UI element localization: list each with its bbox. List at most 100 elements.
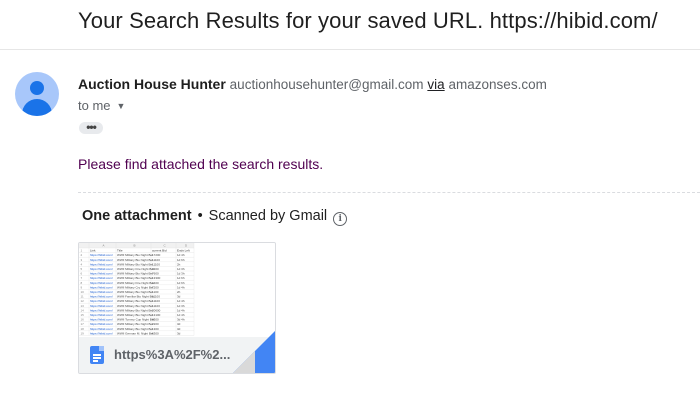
thumbnail-row-number: 3 <box>81 258 83 262</box>
via-link[interactable]: via <box>427 77 444 92</box>
sender-name[interactable]: Auction House Hunter <box>78 76 226 92</box>
thumbnail-cell: WWII Military Bio Night Bet <box>117 290 153 294</box>
sender-line: Auction House Hunter auctionhousehunter@… <box>78 76 547 92</box>
thumbnail-cell: https://hibid.com/ <box>90 304 113 308</box>
thumbnail-cell: 1d 3h <box>177 304 185 308</box>
thumbnail-cell: WWII Military Bio Night Bet <box>117 322 153 326</box>
thumbnail-cell: https://hibid.com/ <box>90 313 113 317</box>
thumbnail-header-cell: Title <box>117 249 123 253</box>
attachment-card[interactable]: A B C D 1 Link Title current Bid Ends Left 2 https… <box>78 242 276 374</box>
attachment-thumbnail: A B C D1 Link Title current Bid Ends Left2 https… <box>79 243 275 337</box>
thumbnail-cell: WWII German M. Night Bet <box>117 331 154 335</box>
thumbnail-cell: WWII Military Bio Night Bet <box>117 276 153 280</box>
thumbnail-header-cell: current Bid <box>152 249 167 253</box>
thumbnail-row-number: 9 <box>81 285 83 289</box>
google-docs-icon <box>90 346 104 364</box>
thumbnail-cell: 3d 4h <box>177 318 185 322</box>
chevron-down-icon: ▼ <box>116 101 126 111</box>
thumbnail-cell: 13300 <box>152 276 161 280</box>
email-subject: Your Search Results for your saved URL. … <box>78 8 658 33</box>
thumbnail-cell: WWII Military Bio Night Bet <box>117 272 153 276</box>
thumbnail-cell: WWII Military Fire Night Bet <box>117 281 154 285</box>
thumbnail-cell: 1d 6h <box>177 281 185 285</box>
thumbnail-header-cell: Link <box>90 249 96 253</box>
thumbnail-cell: 1d 4h <box>177 285 185 289</box>
thumbnail-row-number: 7 <box>81 276 83 280</box>
thumbnail-cell: https://hibid.com/ <box>90 308 113 312</box>
thumbnail-cell: WWII Military Bio Night Bet <box>117 253 153 257</box>
thumbnail-row-number: 2 <box>81 253 83 257</box>
thumbnail-cell: 2200 <box>152 322 159 326</box>
thumbnail-cell: 2h <box>177 290 181 294</box>
thumbnail-cell: WWII Military Bio Night Bet <box>117 299 153 303</box>
avatar-head-shape <box>30 81 44 95</box>
thumbnail-cell: 1d 4h <box>177 253 185 257</box>
thumbnail-cell: 3d <box>177 327 181 331</box>
sender-avatar[interactable] <box>15 72 59 116</box>
thumbnail-cell: https://hibid.com/ <box>90 258 113 262</box>
thumbnail-row-number: 13 <box>81 304 85 308</box>
thumbnail-cell: 3d <box>177 331 181 335</box>
attachment-filename: https%3A%2F%2... <box>114 347 231 362</box>
thumbnail-cell: WWII Military Cry Night Bet <box>117 285 154 289</box>
thumbnail-cell: 2h <box>177 262 181 266</box>
file-type-corner-icon <box>233 331 275 373</box>
thumbnail-column-letter: B <box>134 244 136 248</box>
thumbnail-cell: https://hibid.com/ <box>90 331 113 335</box>
thumbnail-cell: 7200 <box>152 285 159 289</box>
thumbnail-row-number: 14 <box>81 308 85 312</box>
thumbnail-row-number: 8 <box>81 281 83 285</box>
thumbnail-cell: 1d 4h <box>177 299 185 303</box>
thumbnail-cell: 1d 4h <box>177 313 185 317</box>
thumbnail-row-number: 12 <box>81 299 85 303</box>
thumbnail-cell: https://hibid.com/ <box>90 327 113 331</box>
thumbnail-cell: 6300 <box>152 267 159 271</box>
attachments-header: One attachment • Scanned by Gmail i <box>82 208 348 226</box>
thumbnail-row-number: 19 <box>81 331 85 335</box>
thumbnail-cell: 1d 3h <box>177 272 185 276</box>
sender-email: auctionhousehunter@gmail.com <box>229 77 424 92</box>
thumbnail-cell: 6300 <box>152 318 159 322</box>
thumbnail-cell: 1300 <box>152 327 159 331</box>
thumbnail-cell: https://hibid.com/ <box>90 285 113 289</box>
thumbnail-cell: https://hibid.com/ <box>90 295 113 299</box>
thumbnail-cell: 1400 <box>152 281 159 285</box>
thumbnail-cell: WWII Military Bio Night Bet <box>117 313 153 317</box>
thumbnail-cell: 1d 3h <box>177 267 185 271</box>
thumbnail-cell: 11100 <box>152 304 160 308</box>
recipient-details-toggle[interactable]: to me ▼ <box>78 98 125 113</box>
thumbnail-row-number: 5 <box>81 267 83 271</box>
thumbnail-header-cell: Ends Left <box>177 249 190 253</box>
thumbnail-cell: 3d <box>177 322 181 326</box>
thumbnail-cell: 13100 <box>152 313 161 317</box>
thumbnail-cell: https://hibid.com/ <box>90 276 113 280</box>
thumbnail-cell: 11100 <box>152 262 160 266</box>
thumbnail-column-letter: A <box>103 244 105 248</box>
thumbnail-row-number: 6 <box>81 272 83 276</box>
thumbnail-cell: 7600 <box>152 272 159 276</box>
header-separator: • <box>197 208 203 224</box>
thumbnail-cell: https://hibid.com/ <box>90 299 113 303</box>
thumbnail-row-number: 15 <box>81 313 85 317</box>
thumbnail-cell: https://hibid.com/ <box>90 281 113 285</box>
thumbnail-row-number: 17 <box>81 322 85 326</box>
attachment-count: One attachment <box>82 208 192 224</box>
thumbnail-cell: WWII Military Fire Night Bet <box>117 267 154 271</box>
thumbnail-cell: 11100 <box>152 295 160 299</box>
thumbnail-cell: 11100 <box>152 258 160 262</box>
thumbnail-column-bar <box>79 243 194 248</box>
thumbnail-cell: WWII Familiar Bio Night Bet <box>117 295 154 299</box>
thumbnail-cell: https://hibid.com/ <box>90 272 113 276</box>
thumbnail-cell: https://hibid.com/ <box>90 322 113 326</box>
thumbnail-row-number: 1 <box>81 249 83 253</box>
thumbnail-cell: 11100 <box>152 299 160 303</box>
info-icon[interactable]: i <box>333 212 348 226</box>
thumbnail-cell: https://hibid.com/ <box>90 267 113 271</box>
thumbnail-row-number: 10 <box>81 290 85 294</box>
avatar-body-shape <box>22 99 52 116</box>
thumbnail-cell: https://hibid.com/ <box>90 318 113 322</box>
thumbnail-cell: 17200 <box>152 253 161 257</box>
show-trimmed-content-button[interactable]: ••• <box>79 121 103 134</box>
thumbnail-row-number: 18 <box>81 327 85 331</box>
thumbnail-row-number: 4 <box>81 262 83 266</box>
